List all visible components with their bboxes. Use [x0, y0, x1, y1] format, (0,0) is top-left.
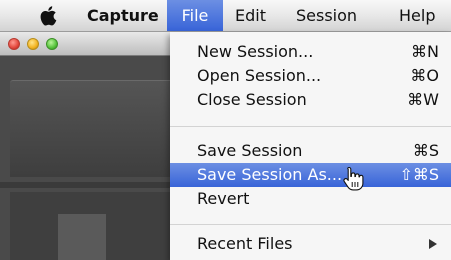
menu-item-new-session[interactable]: New Session... ⌘N [170, 40, 451, 64]
menu-item-label: New Session... [197, 42, 314, 61]
zoom-window-button[interactable] [46, 38, 58, 50]
menu-item-revert[interactable]: Revert [170, 187, 451, 211]
menu-session[interactable]: Session [296, 0, 357, 31]
app-name-menu[interactable]: Capture [87, 0, 159, 31]
lower-panel [10, 192, 170, 260]
menu-separator [170, 126, 451, 127]
menu-item-label: Save Session As... [197, 165, 343, 184]
panel-column [58, 214, 106, 260]
menu-item-save-session-as[interactable]: Save Session As... ⇧⌘S [170, 163, 451, 187]
menu-item-shortcut: ⌘O [410, 66, 439, 85]
menu-item-label: Recent Files [197, 234, 293, 253]
content-panel [10, 80, 170, 177]
menu-item-open-session[interactable]: Open Session... ⌘O [170, 64, 451, 88]
menu-item-recent-files[interactable]: Recent Files [170, 232, 451, 256]
menu-help[interactable]: Help [399, 0, 435, 31]
file-menu-dropdown: New Session... ⌘N Open Session... ⌘O Clo… [170, 32, 451, 260]
menu-item-shortcut: ⌘N [411, 42, 439, 61]
close-window-button[interactable] [8, 38, 20, 50]
app-window [0, 32, 170, 260]
menu-item-save-session[interactable]: Save Session ⌘S [170, 139, 451, 163]
menu-separator [170, 224, 451, 225]
menu-item-shortcut: ⌘S [412, 141, 439, 160]
menu-item-label: Save Session [197, 141, 303, 160]
menu-item-shortcut: ⌘W [407, 90, 439, 109]
panel-divider [0, 182, 170, 188]
menu-item-label: Open Session... [197, 66, 322, 85]
menu-item-label: Close Session [197, 90, 307, 109]
pointing-hand-icon [343, 166, 364, 191]
apple-logo-icon[interactable] [36, 5, 62, 27]
menu-edit[interactable]: Edit [235, 0, 266, 31]
menu-file[interactable]: File [167, 0, 223, 31]
menu-item-label: Revert [197, 189, 250, 208]
menu-item-shortcut: ⇧⌘S [399, 165, 439, 184]
chevron-right-icon [429, 239, 437, 249]
minimize-window-button[interactable] [27, 38, 39, 50]
menu-bar: Capture File Edit Session Help [0, 0, 451, 32]
menu-item-close-session[interactable]: Close Session ⌘W [170, 88, 451, 112]
window-titlebar [0, 32, 170, 56]
